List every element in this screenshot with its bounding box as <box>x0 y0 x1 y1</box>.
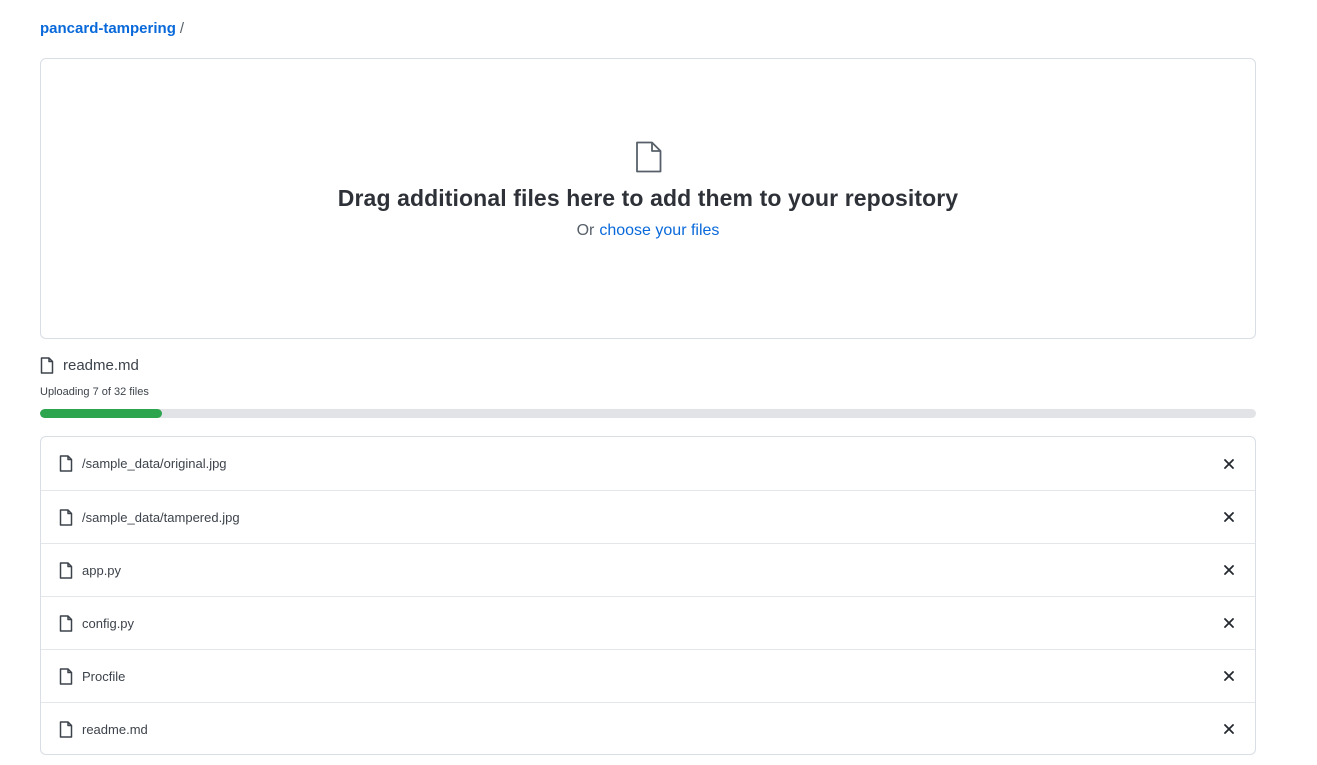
remove-file-button[interactable] <box>1221 668 1237 684</box>
breadcrumb: pancard-tampering / <box>40 19 184 39</box>
remove-file-button[interactable] <box>1221 721 1237 737</box>
file-list-row: /sample_data/original.jpg <box>41 437 1255 490</box>
file-icon <box>59 667 73 685</box>
file-name: app.py <box>82 562 122 578</box>
remove-file-button[interactable] <box>1221 615 1237 631</box>
file-name: /sample_data/tampered.jpg <box>82 509 240 525</box>
file-list-row: Procfile <box>41 649 1255 702</box>
file-icon <box>636 141 662 173</box>
close-icon <box>1224 565 1234 575</box>
file-list-row: app.py <box>41 543 1255 596</box>
drop-zone-headline: Drag additional files here to add them t… <box>337 185 959 211</box>
file-name: Procfile <box>82 668 126 684</box>
current-upload-filename: readme.md <box>63 357 139 374</box>
drop-zone-prefix: Or <box>576 222 595 239</box>
file-list-row: /sample_data/tampered.jpg <box>41 490 1255 543</box>
file-list: /sample_data/original.jpg/sample_data/ta… <box>40 436 1256 755</box>
file-icon <box>59 508 73 526</box>
upload-status-text: Uploading 7 of 32 files <box>40 386 149 398</box>
file-name: /sample_data/original.jpg <box>82 456 227 471</box>
close-icon <box>1224 458 1234 469</box>
file-name: readme.md <box>82 721 148 737</box>
file-drop-zone[interactable]: Drag additional files here to add them t… <box>40 58 1256 339</box>
close-icon <box>1224 512 1234 522</box>
current-upload-file: readme.md <box>40 357 139 374</box>
close-icon <box>1224 618 1234 628</box>
breadcrumb-separator: / <box>179 20 185 37</box>
file-icon <box>59 561 73 579</box>
upload-progress-bar <box>40 409 1256 418</box>
file-icon <box>59 455 73 472</box>
close-icon <box>1224 671 1234 681</box>
upload-progress-fill <box>40 409 162 418</box>
file-name: config.py <box>82 615 135 631</box>
breadcrumb-repo-link[interactable]: pancard-tampering <box>40 19 176 39</box>
close-icon <box>1224 724 1234 734</box>
file-list-row: readme.md <box>41 702 1255 754</box>
upload-page: pancard-tampering / Drag additional file… <box>0 0 1317 765</box>
choose-files-link[interactable]: choose your files <box>599 222 719 240</box>
drop-zone-subtext: Or choose your files <box>577 222 720 240</box>
remove-file-button[interactable] <box>1221 456 1237 472</box>
remove-file-button[interactable] <box>1221 509 1237 525</box>
file-icon <box>40 357 54 374</box>
file-icon <box>59 614 73 632</box>
remove-file-button[interactable] <box>1221 562 1237 578</box>
file-icon <box>59 720 73 738</box>
file-list-row: config.py <box>41 596 1255 649</box>
